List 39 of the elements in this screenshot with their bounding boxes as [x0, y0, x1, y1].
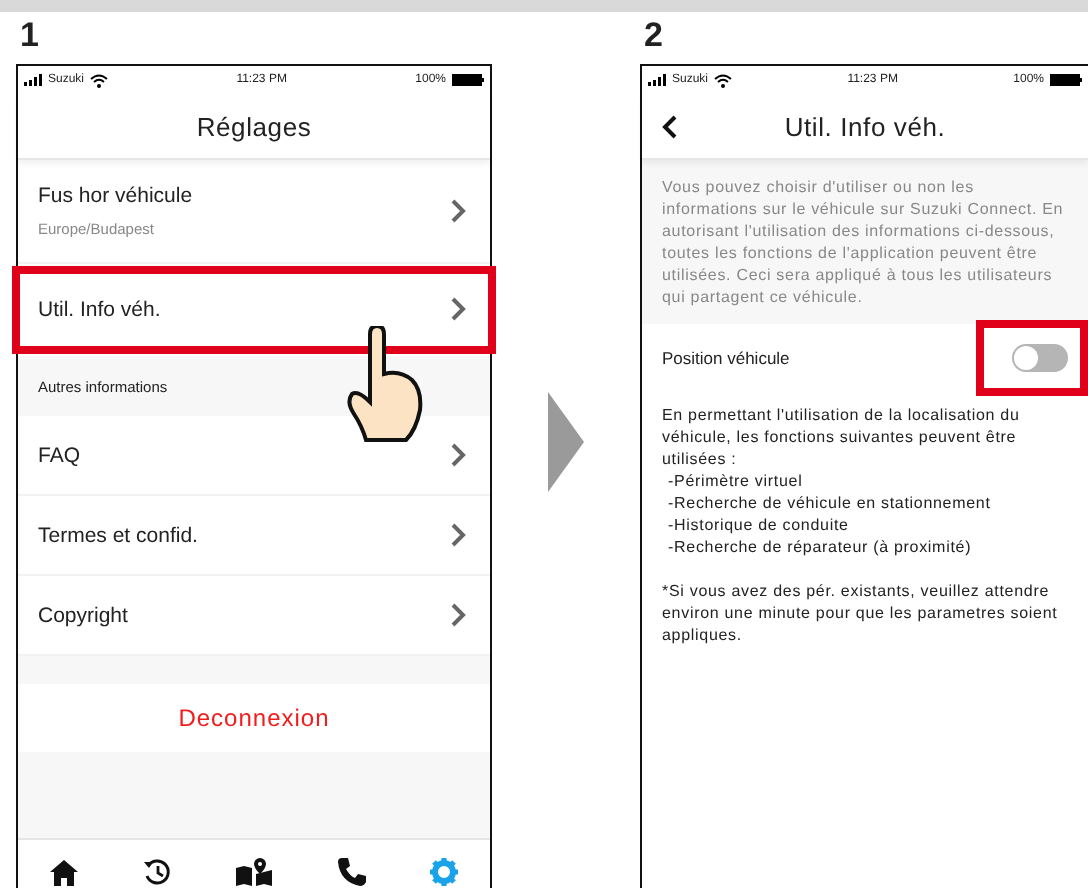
item-label: FAQ — [38, 443, 81, 467]
step-number: 2 — [642, 14, 665, 58]
signal-icon — [648, 74, 666, 86]
intro-text: Vous pouvez choisir d'utiliser ou non les informations sur le véhicule sur Suzuki Connect. En autorisant l'utilisation des informations ci-dessous, toutes les fonctions de l'application peuvent être utilisées. Ceci sera appliqué à tous les utilisateurs qui partagent ce véhicule. — [662, 176, 1066, 308]
map-tab[interactable] — [232, 854, 277, 888]
item-label: Termes et confid. — [38, 523, 198, 547]
back-icon[interactable] — [662, 114, 678, 140]
phone-tab[interactable] — [333, 854, 370, 888]
settings-item[interactable]: Termes et confid. — [18, 496, 490, 576]
wifi-icon — [714, 73, 733, 87]
screen-title: Util. Info véh. — [784, 111, 946, 141]
toggle-label: Position véhicule — [662, 348, 790, 368]
feature-item: -Périmètre virtuel — [666, 470, 805, 492]
chevron-right-icon — [450, 522, 466, 548]
chevron-right-icon — [450, 296, 466, 322]
signal-icon — [24, 74, 42, 86]
step-number: 1 — [18, 14, 41, 58]
chevron-right-icon — [450, 198, 466, 224]
battery-icon — [1050, 74, 1082, 86]
note-text: *Si vous avez des pér. existants, veuillez attendre environ une minute pour que les parametres soient appliques. — [662, 580, 1060, 646]
item-label: Util. Info véh. — [38, 297, 161, 321]
description-text: En permettant l'utilisation de la localisation du véhicule, les fonctions suivantes peuvent être utilisées : — [662, 404, 1022, 470]
settings-icon — [429, 858, 458, 886]
battery-icon — [452, 74, 484, 86]
item-label: Fus hor véhicule — [38, 184, 193, 208]
toggle-switch[interactable] — [1012, 344, 1068, 372]
pointing-hand-icon — [346, 326, 426, 442]
wifi-icon — [90, 73, 109, 87]
feature-item: -Historique de conduite — [666, 514, 851, 536]
settings-item[interactable]: Util. Info véh. — [14, 268, 494, 352]
settings-tab[interactable] — [425, 854, 462, 888]
home-tab[interactable] — [46, 855, 83, 888]
chevron-right-icon — [450, 602, 466, 628]
feature-item: -Recherche de véhicule en stationnement — [666, 492, 993, 514]
feature-item: -Recherche de réparateur (à proximité) — [666, 536, 974, 558]
chevron-right-icon — [450, 442, 466, 468]
item-label: Copyright — [38, 603, 128, 627]
screen-title: Réglages — [196, 111, 312, 141]
next-step-arrow-icon — [548, 392, 584, 492]
